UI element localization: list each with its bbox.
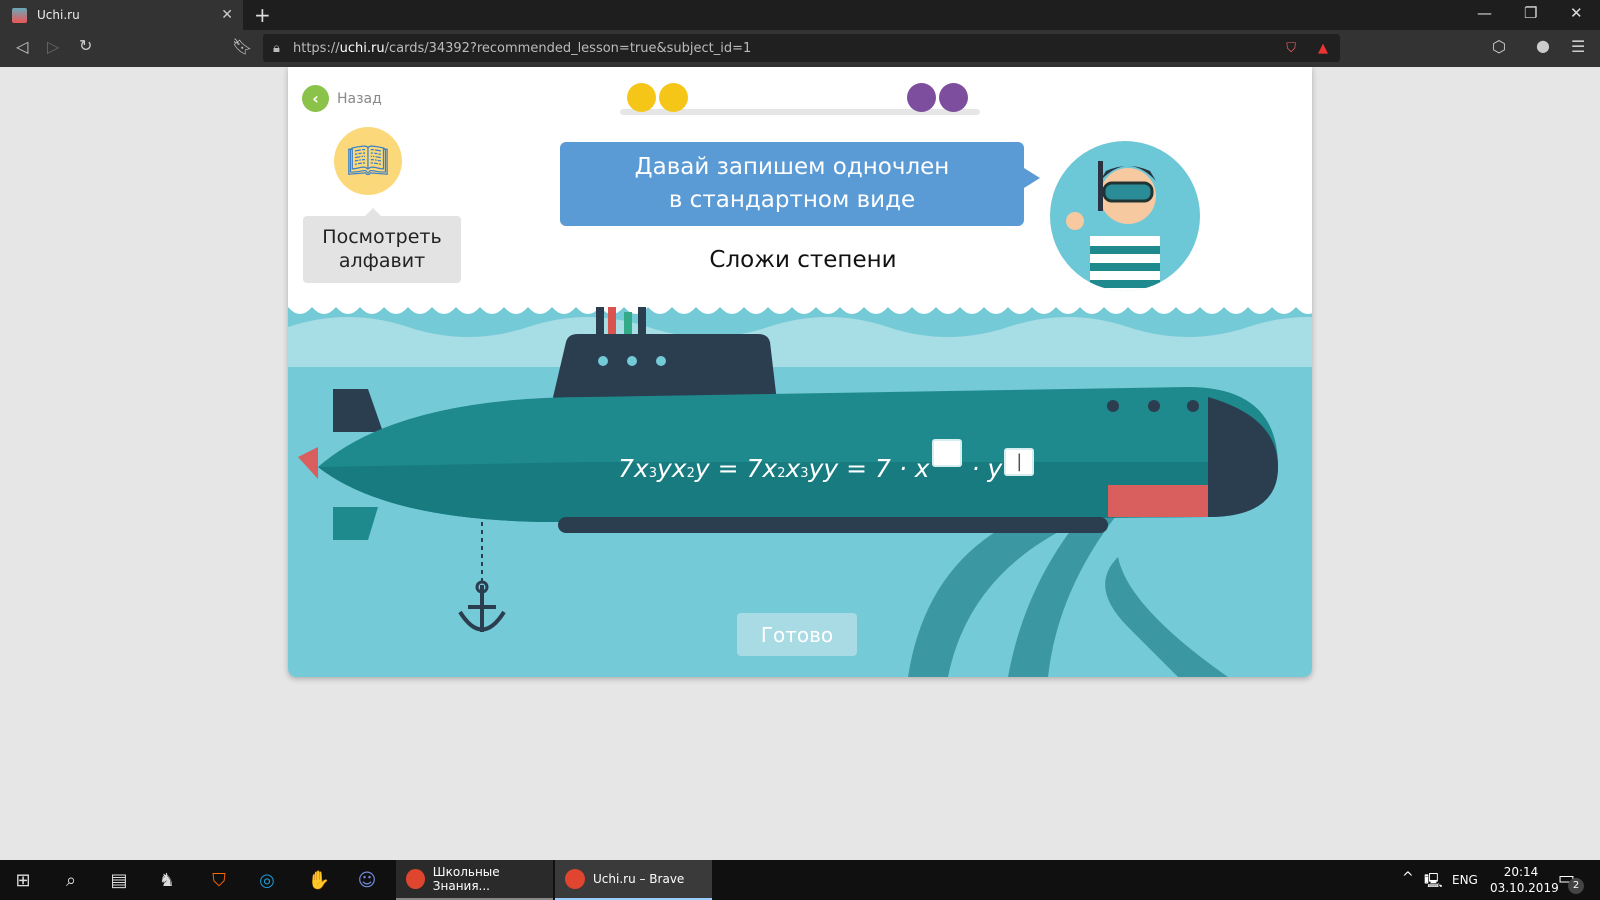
date: 03.10.2019: [1490, 881, 1559, 895]
equals: =: [846, 454, 868, 483]
tray-chevron-icon[interactable]: ^: [1402, 870, 1414, 886]
var: x: [914, 454, 930, 483]
progress-dot-done: [627, 83, 656, 112]
exp: 2: [686, 466, 695, 481]
extension-icon[interactable]: ⬡: [1492, 37, 1506, 56]
close-tab-icon[interactable]: ✕: [221, 7, 233, 23]
speech-bubble: Давай запишем одночлен в стандартном виде: [560, 142, 1040, 226]
lock-icon: 🔒︎: [273, 40, 280, 56]
done-button[interactable]: Готово: [737, 613, 857, 656]
clock[interactable]: 20:14 03.10.2019: [1490, 864, 1559, 896]
lesson-card: ‹ Назад 📖︎ Посмотреть алфавит Давай запише…: [288, 67, 1312, 677]
forward-nav-icon[interactable]: ▷: [47, 37, 59, 56]
alphabet-label-line: Посмотреть: [322, 226, 442, 248]
new-tab-button[interactable]: +: [254, 3, 271, 27]
var: x: [785, 454, 801, 483]
brave-app-icon[interactable]: ⛉: [196, 860, 242, 900]
close-window-button[interactable]: ✕: [1570, 4, 1583, 22]
equals: =: [717, 454, 739, 483]
bookmark-icon[interactable]: 🔖︎: [232, 37, 252, 56]
browser-toolbar: ◁ ▷ ↻ 🔖︎ 🔒︎ https://uchi.ru/cards/34392?…: [0, 30, 1600, 67]
progress-dot-done: [659, 83, 688, 112]
coef: 7: [746, 454, 763, 483]
browser-tab[interactable]: Uchi.ru ✕: [0, 0, 243, 30]
var: y: [987, 454, 1003, 483]
dot: ·: [898, 454, 907, 483]
time: 20:14: [1503, 865, 1539, 879]
bubble-line: в стандартном виде: [668, 187, 916, 213]
x-exponent-input[interactable]: [931, 439, 962, 467]
var: x: [671, 454, 687, 483]
alphabet-book-icon[interactable]: 📖︎: [334, 127, 402, 195]
chevron-left-icon: ‹: [302, 85, 329, 112]
window-label: Uchi.ru – Brave: [593, 872, 685, 886]
minimize-button[interactable]: —: [1477, 4, 1492, 22]
y-exponent-input[interactable]: |: [1004, 448, 1035, 476]
start-windows-icon[interactable]: ⊞: [0, 860, 46, 900]
dot: ·: [971, 454, 980, 483]
task-view-icon[interactable]: ▤: [96, 860, 142, 900]
math-expression: 7x3yx2y = 7x2x3yy = 7 · x · y |: [618, 439, 1036, 486]
coef: 7: [618, 454, 634, 483]
reload-icon[interactable]: ↻: [79, 36, 92, 55]
back-label: Назад: [337, 90, 382, 107]
var: x: [762, 454, 778, 483]
brave-icon: [406, 869, 425, 889]
brave-icon: [565, 869, 585, 889]
bloody-app-icon[interactable]: ✋: [296, 860, 342, 900]
tab-title: Uchi.ru: [37, 8, 80, 22]
var: x: [633, 454, 649, 483]
diver-character-avatar: [1050, 141, 1200, 291]
profile-icon[interactable]: ●: [1536, 36, 1550, 55]
notification-count: 2: [1568, 878, 1584, 894]
bubble-line: Давай запишем одночлен: [634, 154, 950, 180]
windows-taskbar: ⊞ ⌕ ▤ ♞ ⛉ ◎ ✋ ☺ Школьные Знания... Uchi.…: [0, 860, 1600, 900]
var: y: [656, 454, 672, 483]
exp: 3: [800, 466, 809, 481]
discord-app-icon[interactable]: ☺: [344, 860, 390, 900]
taskbar-window-uchi[interactable]: Uchi.ru – Brave: [555, 860, 712, 900]
language-indicator[interactable]: ENG: [1452, 873, 1478, 887]
exp: 2: [777, 466, 786, 481]
var: y: [808, 454, 824, 483]
browser-tab-bar: Uchi.ru ✕ + — ❐ ✕: [0, 0, 1600, 30]
taskbar-window-shkolnye[interactable]: Школьные Знания...: [396, 860, 553, 900]
exp: 3: [648, 466, 657, 481]
brave-shield-icon[interactable]: ⛉: [1286, 41, 1296, 56]
notifications-icon[interactable]: ▭ 2: [1558, 868, 1584, 894]
favicon-icon: [12, 7, 27, 23]
url-domain: uchi.ru: [339, 40, 385, 56]
url-path: /cards/34392?recommended_lesson=true&sub…: [384, 40, 752, 56]
menu-icon[interactable]: ☰: [1571, 37, 1585, 56]
back-button[interactable]: ‹ Назад: [302, 85, 382, 112]
progress-dot-todo: [939, 83, 968, 112]
steam-app-icon[interactable]: ◎: [244, 860, 290, 900]
brave-rewards-icon[interactable]: ▲: [1318, 41, 1328, 56]
cs-app-icon[interactable]: ♞: [144, 860, 190, 900]
back-nav-icon[interactable]: ◁: [16, 37, 28, 56]
var: y: [694, 454, 710, 483]
url-prefix: https://: [293, 40, 340, 56]
restore-button[interactable]: ❐: [1524, 4, 1537, 22]
window-label: Школьные Знания...: [432, 865, 500, 893]
var: y: [823, 454, 839, 483]
search-icon[interactable]: ⌕: [48, 860, 94, 900]
coef: 7: [875, 454, 891, 483]
network-icon[interactable]: 🖳︎: [1424, 870, 1443, 894]
address-bar[interactable]: 🔒︎ https://uchi.ru/cards/34392?recommend…: [263, 34, 1340, 62]
progress-dot-todo: [907, 83, 936, 112]
